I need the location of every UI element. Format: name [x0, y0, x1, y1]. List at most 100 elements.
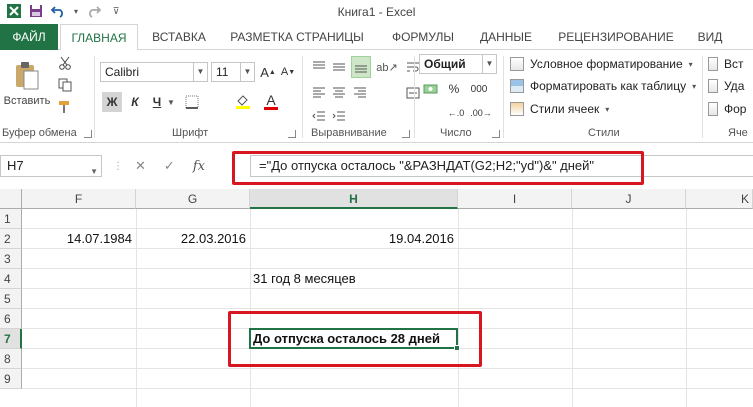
column-header-f[interactable]: F: [22, 189, 136, 209]
format-painter-icon[interactable]: [56, 98, 74, 116]
gridline: [458, 209, 459, 407]
tab-page-layout[interactable]: РАЗМЕТКА СТРАНИЦЫ: [222, 24, 372, 50]
insert-cells-icon: [708, 57, 718, 71]
clipboard-launcher-icon[interactable]: [84, 130, 92, 138]
tab-insert[interactable]: ВСТАВКА: [143, 24, 215, 50]
copy-icon[interactable]: [56, 76, 74, 94]
window-title: Книга1 - Excel: [337, 5, 416, 19]
row-header-4[interactable]: 4: [0, 269, 22, 289]
group-separator: [94, 56, 95, 138]
font-color-glyph: A: [266, 91, 276, 108]
tab-review[interactable]: РЕЦЕНЗИРОВАНИЕ: [548, 24, 684, 50]
alignment-launcher-icon[interactable]: [402, 130, 410, 138]
align-center-icon[interactable]: [330, 84, 348, 102]
fill-color-icon[interactable]: [232, 92, 254, 112]
styles-group-label: Стили: [588, 127, 620, 139]
row-header-8[interactable]: 8: [0, 349, 22, 369]
enter-icon[interactable]: ✓: [164, 158, 175, 174]
chevron-down-icon: ▾: [605, 104, 610, 114]
percent-button[interactable]: %: [446, 80, 462, 98]
row-header-7[interactable]: 7: [0, 329, 22, 349]
delete-cells-button[interactable]: Уда: [708, 76, 744, 96]
cell-f2[interactable]: 14.07.1984: [22, 229, 136, 249]
increase-indent-icon[interactable]: [330, 108, 348, 126]
decrease-font-icon[interactable]: A ▼: [279, 62, 297, 82]
align-bottom-icon[interactable]: [351, 56, 371, 78]
font-launcher-icon[interactable]: [288, 130, 296, 138]
cancel-icon[interactable]: ✕: [135, 158, 146, 174]
name-box-value: H7: [7, 158, 24, 173]
column-header-j[interactable]: J: [572, 189, 686, 209]
align-left-icon[interactable]: [310, 84, 328, 102]
gridline: [22, 308, 753, 309]
underline-button[interactable]: Ч: [148, 92, 166, 112]
ribbon-home: Вставить Буфер обмена Calibri ▼ 11 ▼ A ▲ …: [0, 50, 753, 143]
format-cells-button[interactable]: Фор: [708, 99, 746, 119]
insert-function-icon[interactable]: fx: [193, 159, 205, 174]
row-header-6[interactable]: 6: [0, 309, 22, 329]
worksheet-grid[interactable]: F G H I J K 1 2 3 4 5 6 7 8 9 14.07.1984…: [0, 189, 753, 407]
chevron-down-icon[interactable]: ▼: [90, 162, 98, 182]
row-header-5[interactable]: 5: [0, 289, 22, 309]
currency-icon[interactable]: [420, 80, 442, 98]
column-header-g[interactable]: G: [136, 189, 250, 209]
font-color-icon[interactable]: A: [262, 90, 280, 112]
decrease-decimal-icon[interactable]: .00→: [470, 104, 492, 122]
format-cells-icon: [708, 102, 718, 116]
font-group-label: Шрифт: [172, 127, 209, 139]
cell-styles-button[interactable]: Стили ячеек ▾: [510, 99, 609, 119]
number-format-combo[interactable]: Общий ▼: [419, 54, 497, 74]
font-name-combo[interactable]: Calibri ▼: [100, 62, 208, 82]
row-header-2[interactable]: 2: [0, 229, 22, 249]
format-cells-label: Фор: [724, 102, 747, 116]
font-size-value: 11: [216, 65, 229, 79]
paste-button[interactable]: Вставить: [2, 54, 52, 114]
cell-h4[interactable]: 31 год 8 месяцев: [253, 269, 458, 289]
align-right-icon[interactable]: [351, 84, 369, 102]
tab-data[interactable]: ДАННЫЕ: [472, 24, 540, 50]
decrease-indent-icon[interactable]: [310, 108, 328, 126]
tab-formulas[interactable]: ФОРМУЛЫ: [380, 24, 466, 50]
number-group-label: Число: [440, 127, 472, 139]
paste-icon: [16, 62, 39, 90]
format-as-table-button[interactable]: Форматировать как таблицу ▾: [510, 76, 696, 96]
formula-bar-buttons: ⋮ ✕ ✓ fx: [113, 158, 205, 174]
cell-h2[interactable]: 19.04.2016: [250, 229, 458, 249]
tab-file[interactable]: ФАЙЛ: [0, 24, 58, 50]
align-middle-icon[interactable]: [330, 58, 348, 76]
borders-icon[interactable]: [182, 92, 202, 112]
column-header-i[interactable]: I: [458, 189, 572, 209]
cell-g2[interactable]: 22.03.2016: [136, 229, 250, 249]
tab-home[interactable]: ГЛАВНАЯ: [60, 24, 138, 51]
row-header-1[interactable]: 1: [0, 209, 22, 229]
row-header-9[interactable]: 9: [0, 369, 22, 389]
cell-styles-icon: [510, 102, 524, 116]
clipboard-group-label: Буфер обмена: [2, 127, 77, 139]
chevron-down-icon[interactable]: ▼: [482, 55, 496, 73]
gridline: [22, 368, 753, 369]
increase-decimal-icon[interactable]: ←.0: [446, 104, 466, 122]
gridline: [572, 209, 573, 407]
cut-icon[interactable]: [56, 54, 74, 72]
column-header-k[interactable]: K: [686, 189, 753, 209]
chevron-down-icon[interactable]: ▼: [193, 63, 207, 81]
italic-button[interactable]: К: [126, 92, 144, 112]
number-launcher-icon[interactable]: [492, 130, 500, 138]
name-box[interactable]: H7 ▼: [0, 155, 102, 177]
chevron-down-icon[interactable]: ▼: [240, 63, 254, 81]
insert-cells-button[interactable]: Вст: [708, 54, 744, 74]
font-size-combo[interactable]: 11 ▼: [211, 62, 255, 82]
increase-font-icon[interactable]: A ▲: [259, 62, 277, 82]
orientation-icon[interactable]: ab↗: [376, 58, 398, 76]
thousands-button[interactable]: 000: [466, 80, 492, 98]
group-separator: [302, 56, 303, 138]
bold-button[interactable]: Ж: [102, 92, 122, 112]
underline-dropdown-icon[interactable]: ▼: [166, 92, 176, 112]
column-header-h[interactable]: H: [250, 189, 458, 209]
align-top-icon[interactable]: [310, 58, 328, 76]
select-all-corner[interactable]: [0, 189, 22, 209]
conditional-formatting-button[interactable]: Условное форматирование ▾: [510, 54, 693, 74]
delete-cells-label: Уда: [724, 79, 745, 93]
tab-view[interactable]: ВИД: [690, 24, 730, 50]
row-header-3[interactable]: 3: [0, 249, 22, 269]
